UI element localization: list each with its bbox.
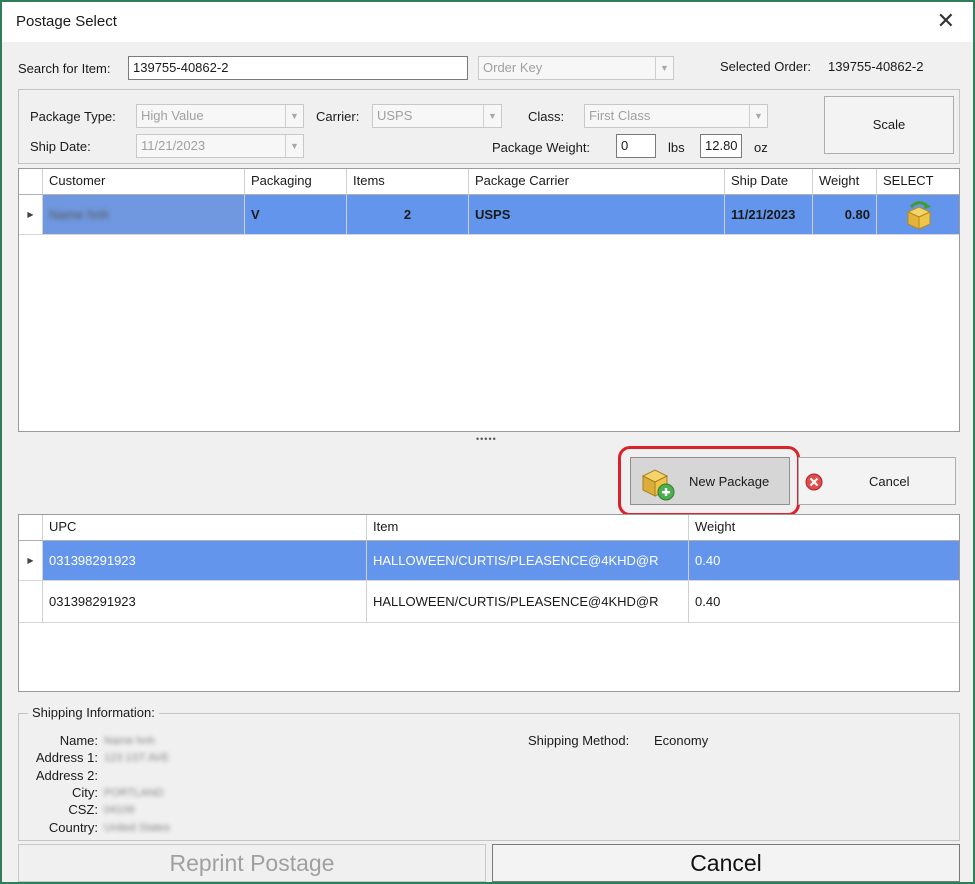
item-title-cell[interactable]: HALLOWEEN/CURTIS/PLEASENCE@4KHD@R [367, 581, 689, 623]
order-key-value: Order Key [483, 60, 543, 75]
selected-order-label: Selected Order: [720, 59, 812, 74]
name-value-redacted: Name hnh [104, 735, 155, 747]
city-label: City: [72, 785, 98, 800]
column-header-ship-date[interactable]: Ship Date [725, 169, 813, 195]
package-type-select[interactable]: High Value ▼ [136, 104, 304, 128]
chevron-down-icon: ▼ [655, 57, 673, 79]
row-pointer-icon: ▶ [19, 195, 43, 235]
item-weight-cell[interactable]: 0.40 [689, 581, 959, 623]
address1-label: Address 1: [35, 750, 98, 765]
column-header-weight[interactable]: Weight [813, 169, 877, 195]
country-value-redacted: United States [104, 822, 171, 834]
item-weight-cell[interactable]: 0.40 [689, 541, 959, 581]
lbs-unit-label: lbs [668, 140, 685, 155]
cancel-package-button[interactable]: Cancel [798, 457, 956, 505]
selected-order-value: 139755-40862-2 [828, 59, 924, 74]
carrier-select[interactable]: USPS ▼ [372, 104, 502, 128]
reprint-postage-button[interactable]: Reprint Postage [18, 844, 486, 882]
splitter-grip[interactable]: ••••• [476, 434, 497, 444]
class-label: Class: [528, 109, 565, 124]
item-title-cell[interactable]: HALLOWEEN/CURTIS/PLEASENCE@4KHD@R [367, 541, 689, 581]
column-header-package-carrier[interactable]: Package Carrier [469, 169, 725, 195]
ship-date-picker[interactable]: 11/21/2023 ▼ [136, 134, 304, 158]
address1-value-redacted: 123 1ST AVE [104, 752, 170, 764]
new-package-icon [641, 469, 675, 501]
csz-label: CSZ: [68, 802, 98, 817]
city-value-redacted: PORTLAND [104, 787, 164, 799]
order-key-select[interactable]: Order Key ▼ [478, 56, 674, 80]
search-input[interactable]: 139755-40862-2 [128, 56, 468, 80]
packages-grid: Customer Packaging Items Package Carrier… [18, 168, 960, 432]
search-label: Search for Item: [18, 61, 111, 76]
cancel-package-label: Cancel [869, 474, 910, 489]
shipping-method-label: Shipping Method: [528, 733, 630, 748]
row-pointer-icon: ▶ [19, 541, 43, 581]
title-bar: Postage Select ✕ [2, 2, 973, 42]
select-package-icon[interactable] [902, 198, 936, 232]
ship-date-value: 11/21/2023 [141, 138, 206, 153]
csz-value-redacted: 04106 [104, 804, 135, 816]
cancel-icon [805, 473, 823, 491]
carrier-label: Carrier: [316, 109, 360, 124]
package-ship-date-cell[interactable]: 11/21/2023 [725, 195, 813, 235]
chevron-down-icon: ▼ [483, 105, 501, 127]
class-select[interactable]: First Class ▼ [584, 104, 768, 128]
customer-name-redacted: Name hnh [49, 207, 109, 222]
column-header-upc[interactable]: UPC [43, 515, 367, 541]
cancel-button[interactable]: Cancel [492, 844, 960, 882]
column-header-items[interactable]: Items [347, 169, 469, 195]
ship-date-label: Ship Date: [30, 139, 91, 154]
package-type-label: Package Type: [30, 109, 116, 124]
row-header-corner [19, 515, 43, 541]
weight-lbs-input[interactable]: 0 [616, 134, 656, 158]
package-carrier-cell[interactable]: USPS [469, 195, 725, 235]
shipping-info-legend: Shipping Information: [28, 705, 159, 720]
package-packaging-cell[interactable]: V [245, 195, 347, 235]
country-label: Country: [48, 820, 98, 835]
package-weight-cell[interactable]: 0.80 [813, 195, 877, 235]
new-package-button[interactable]: New Package [630, 457, 790, 505]
chevron-down-icon: ▼ [285, 135, 303, 157]
row-header-corner [19, 169, 43, 195]
name-label: Name: [59, 733, 98, 748]
scale-button[interactable]: Scale [824, 96, 954, 154]
item-upc-cell[interactable]: 031398291923 [43, 581, 367, 623]
window-title: Postage Select [16, 13, 117, 30]
oz-unit-label: oz [754, 140, 768, 155]
carrier-value: USPS [377, 108, 413, 123]
column-header-weight[interactable]: Weight [689, 515, 959, 541]
shipping-method-value: Economy [654, 733, 709, 748]
row-header [19, 581, 43, 623]
package-weight-label: Package Weight: [492, 140, 591, 155]
items-grid: UPC Item Weight ▶ 031398291923 HALLOWEEN… [18, 514, 960, 692]
package-type-value: High Value [141, 108, 204, 123]
address2-label: Address 2: [35, 768, 98, 783]
column-header-packaging[interactable]: Packaging [245, 169, 347, 195]
chevron-down-icon: ▼ [749, 105, 767, 127]
close-icon[interactable]: ✕ [937, 8, 955, 34]
column-header-customer[interactable]: Customer [43, 169, 245, 195]
postage-select-window: Postage Select ✕ Search for Item: 139755… [0, 0, 975, 884]
package-items-cell[interactable]: 2 [347, 195, 469, 235]
item-upc-cell[interactable]: 031398291923 [43, 541, 367, 581]
chevron-down-icon: ▼ [285, 105, 303, 127]
class-value: First Class [589, 108, 651, 123]
column-header-item[interactable]: Item [367, 515, 689, 541]
new-package-label: New Package [689, 474, 770, 489]
column-header-select[interactable]: SELECT [877, 169, 959, 195]
package-select-cell[interactable] [877, 195, 959, 235]
package-customer-cell[interactable]: Name hnh [43, 195, 245, 235]
weight-oz-input[interactable]: 12.80 [700, 134, 742, 158]
